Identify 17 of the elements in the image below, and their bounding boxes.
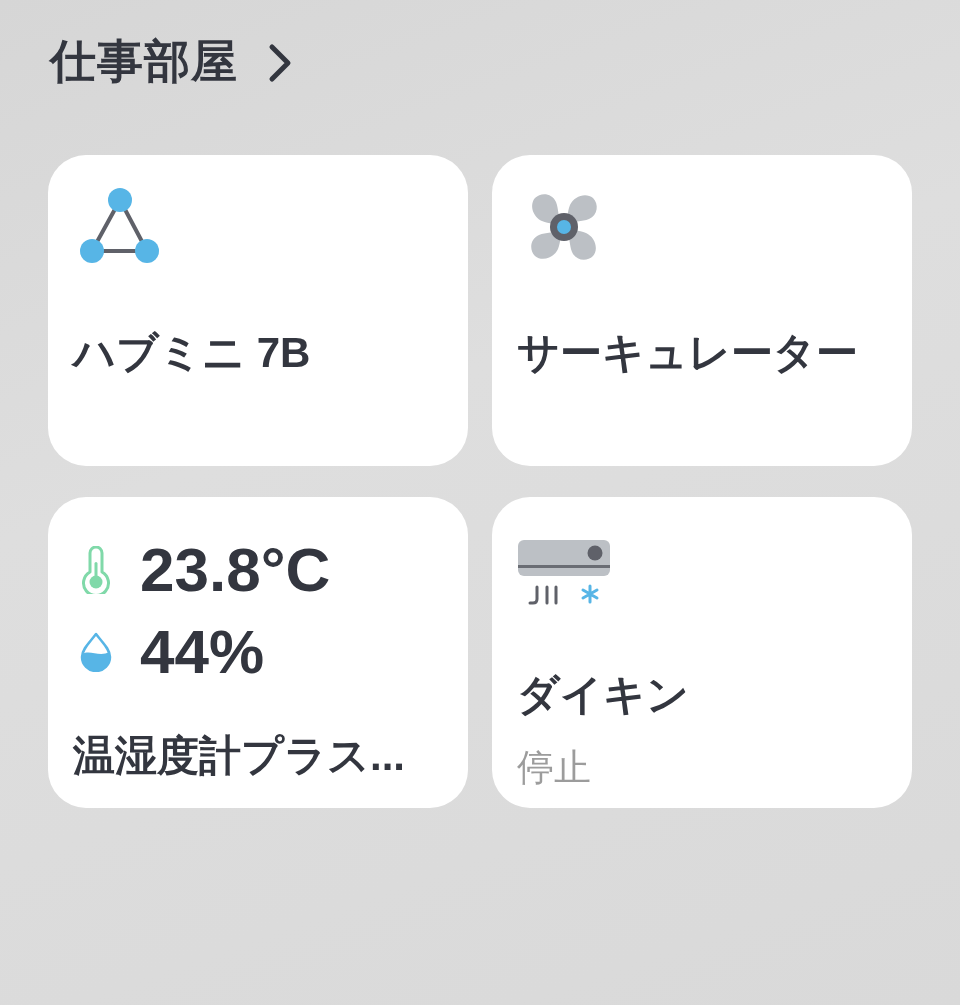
device-name: ダイキン [517, 670, 689, 720]
triangle-nodes-icon [80, 188, 160, 264]
air-conditioner-icon [518, 540, 610, 606]
device-name: ハブミニ 7B [73, 328, 311, 378]
chevron-right-icon [268, 42, 292, 83]
device-status: 停止 [517, 746, 591, 790]
device-name: 温湿度計プラス... [73, 731, 405, 781]
device-card[interactable]: ハブミニ 7B [48, 155, 468, 466]
device-card[interactable]: 23.8°C 44% 温湿度計プラス... [48, 497, 468, 808]
thermometer-icon [80, 546, 112, 594]
device-card[interactable]: サーキュレーター [492, 155, 912, 466]
room-title[interactable]: 仕事部屋 [50, 34, 238, 89]
humidity-reading: 44% [140, 617, 265, 687]
water-drop-icon [80, 632, 112, 672]
temperature-reading: 23.8°C [140, 535, 331, 605]
device-name: サーキュレーター [517, 328, 858, 378]
device-card[interactable]: ダイキン 停止 [492, 497, 912, 808]
